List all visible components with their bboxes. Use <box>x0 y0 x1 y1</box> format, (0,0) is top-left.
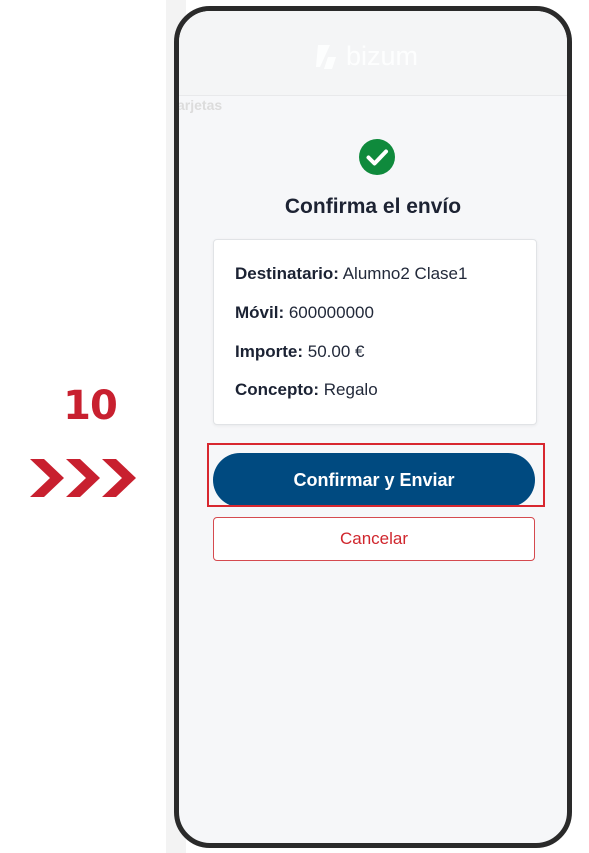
detail-value: Regalo <box>323 380 378 399</box>
detail-row-mobile: Móvil: 600000000 <box>235 303 374 323</box>
app-header: bizum <box>179 11 567 96</box>
bizum-logo-icon <box>316 44 336 69</box>
detail-row-recipient: Destinatario: Alumno2 Clase1 <box>235 264 467 284</box>
step-number: 10 <box>63 383 118 429</box>
step-arrows-icon <box>30 459 136 497</box>
transfer-details-card: Destinatario: Alumno2 Clase1 Móvil: 6000… <box>213 239 537 425</box>
detail-label: Móvil: <box>235 303 285 322</box>
logo-text: bizum <box>346 41 419 71</box>
check-circle-icon <box>359 139 395 175</box>
detail-label: Concepto: <box>235 380 320 399</box>
detail-value: 50.00 € <box>307 342 365 361</box>
page-title: Confirma el envío <box>284 195 462 218</box>
cancel-button[interactable]: Cancelar <box>213 517 535 561</box>
detail-label: Destinatario: <box>235 264 339 283</box>
background-tab-label: arjetas <box>177 97 223 113</box>
highlight-box <box>207 443 545 507</box>
detail-row-amount: Importe: 50.00 € <box>235 342 364 362</box>
detail-value: Alumno2 Clase1 <box>342 264 468 283</box>
bizum-logo: bizum <box>314 41 418 72</box>
detail-value: 600000000 <box>288 303 374 322</box>
detail-row-concept: Concepto: Regalo <box>235 380 378 400</box>
detail-label: Importe: <box>235 342 303 361</box>
phone-frame: bizum arjetas Confirma el envío Destinat… <box>174 6 572 848</box>
